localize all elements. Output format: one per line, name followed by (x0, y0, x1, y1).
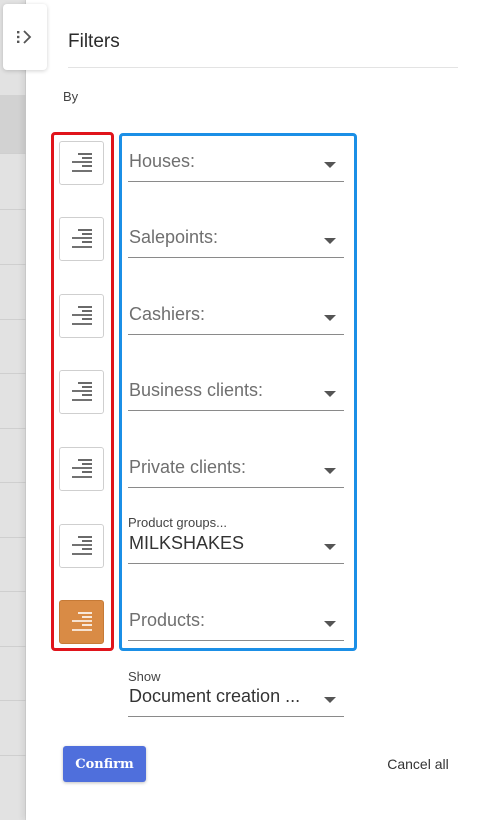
background-divider (0, 591, 26, 592)
order-button-houses[interactable] (59, 141, 104, 185)
show-value: Document creation ... (129, 686, 301, 706)
private-clients-select[interactable]: Private clients: (128, 442, 344, 488)
product-groups-value: MILKSHAKES (129, 533, 245, 553)
order-button-private-clients[interactable] (59, 447, 104, 491)
show-label: Show (128, 669, 161, 684)
background-divider (0, 264, 26, 265)
business-clients-select[interactable]: Business clients: (128, 365, 344, 411)
background-divider (0, 646, 26, 647)
chevron-down-icon (324, 391, 336, 397)
cashiers-select[interactable]: Cashiers: (128, 289, 344, 335)
sort-lines-icon (71, 459, 92, 478)
chevron-down-icon (324, 315, 336, 321)
background-divider (0, 209, 26, 210)
panel-title: Filters (68, 31, 120, 52)
business-clients-label: Business clients: (129, 380, 264, 400)
background-divider (0, 428, 26, 429)
salepoints-select[interactable]: Salepoints: (128, 212, 344, 258)
order-button-cashiers[interactable] (59, 294, 104, 338)
order-button-product-groups[interactable] (59, 524, 104, 568)
background-divider (0, 153, 26, 154)
chevron-down-icon (324, 544, 336, 550)
cancel-all-button[interactable]: Cancel all (380, 746, 456, 782)
background-app-column (0, 0, 26, 820)
chevron-down-icon (324, 238, 336, 244)
product-groups-label: Product groups... (128, 515, 227, 530)
sort-lines-icon (71, 153, 92, 172)
cashiers-label: Cashiers: (129, 304, 206, 324)
background-row-band (0, 95, 26, 153)
chevron-down-icon (324, 468, 336, 474)
order-button-products[interactable] (59, 600, 104, 644)
sort-lines-icon (71, 536, 92, 555)
order-button-salepoints[interactable] (59, 217, 104, 261)
collapse-chevron-icon (17, 30, 32, 44)
chevron-down-icon (324, 621, 336, 627)
sort-lines-icon (71, 229, 92, 248)
chevron-down-icon (324, 697, 336, 703)
houses-select[interactable]: Houses: (128, 136, 344, 182)
background-divider (0, 373, 26, 374)
chevron-down-icon (324, 162, 336, 168)
background-divider (0, 319, 26, 320)
background-divider (0, 700, 26, 701)
salepoints-label: Salepoints: (129, 227, 219, 247)
background-divider (0, 755, 26, 756)
collapse-panel-button[interactable] (3, 4, 47, 70)
private-clients-label: Private clients: (129, 457, 247, 477)
products-label: Products: (129, 610, 206, 630)
sort-lines-icon (71, 612, 92, 631)
products-select[interactable]: Products: (128, 595, 344, 641)
order-button-business-clients[interactable] (59, 370, 104, 414)
sort-lines-icon (71, 306, 92, 325)
product-groups-select[interactable]: Product groups... MILKSHAKES (128, 515, 344, 564)
show-select[interactable]: Show Document creation ... (128, 669, 344, 717)
sort-lines-icon (71, 382, 92, 401)
by-label: By (63, 89, 79, 104)
background-divider (0, 537, 26, 538)
confirm-button[interactable]: Confirm (63, 746, 146, 782)
houses-label: Houses: (129, 151, 196, 171)
title-divider (68, 67, 458, 68)
background-divider (0, 482, 26, 483)
